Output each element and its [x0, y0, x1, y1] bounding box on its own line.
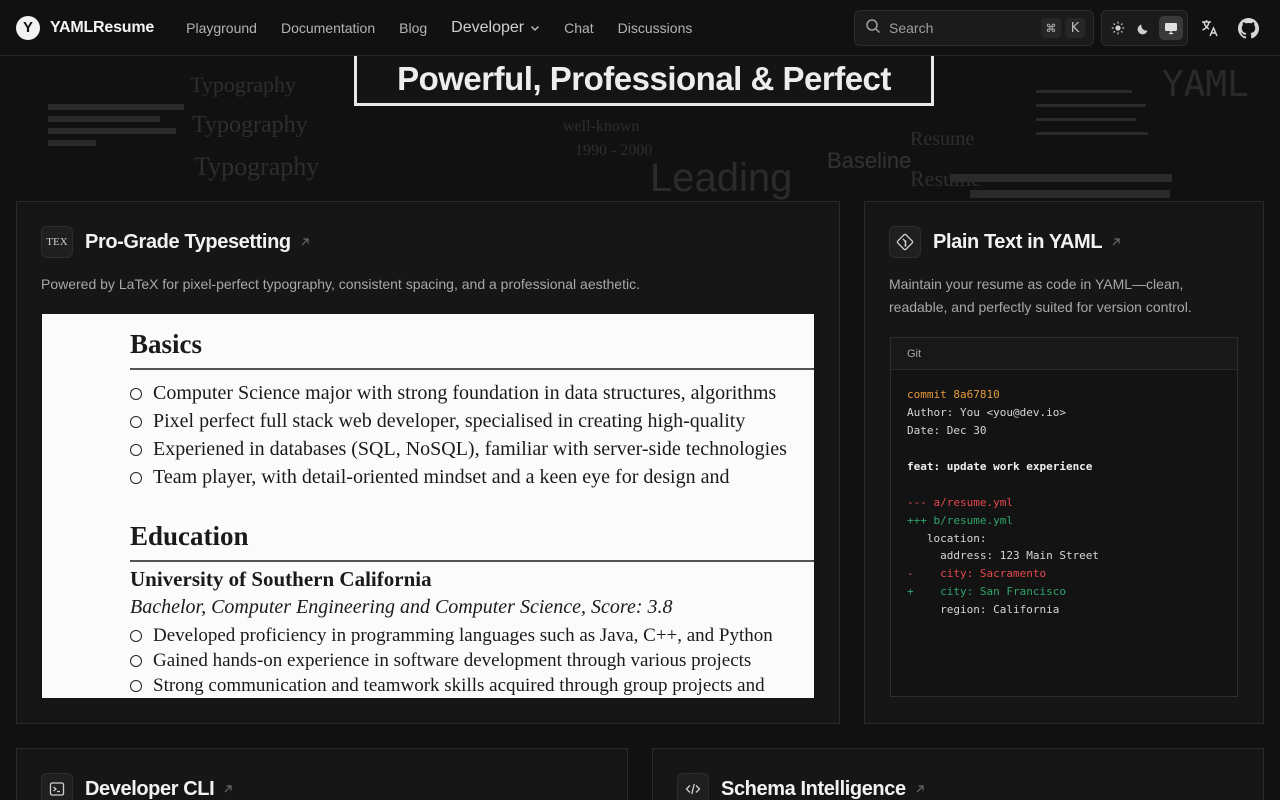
resume-bullet: Pixel perfect full stack web developer, … — [130, 410, 745, 433]
resume-rule — [130, 560, 814, 562]
code-icon — [677, 773, 709, 800]
search-icon — [865, 18, 881, 39]
git-commit-hash: commit 8a67810 — [907, 388, 1000, 401]
light-theme-button[interactable] — [1106, 16, 1130, 40]
git-context-line: location: — [907, 532, 987, 545]
resume-heading-basics: Basics — [130, 329, 203, 359]
moon-icon — [1138, 24, 1148, 35]
decorative-line — [48, 140, 96, 146]
git-file-old: --- a/resume.yml — [907, 496, 1013, 509]
resume-bullet: Experiened in databases (SQL, NoSQL), fa… — [130, 438, 787, 461]
git-context-line: region: California — [907, 603, 1060, 616]
resume-bullet: Computer Science major with strong found… — [130, 382, 776, 405]
resume-school: University of Southern California — [130, 567, 432, 591]
git-date: Date: Dec 30 — [907, 424, 987, 437]
monitor-icon — [1164, 23, 1177, 35]
brand-link[interactable]: Y YAMLResume — [16, 15, 155, 40]
ghost-word: Leading — [650, 156, 793, 200]
git-added-line: + city: San Francisco — [907, 585, 1066, 598]
tex-icon: TEX — [41, 226, 73, 258]
ghost-word: well-known — [563, 118, 640, 135]
card-header-schema[interactable]: Schema Intelligence — [677, 773, 926, 800]
decorative-line — [950, 174, 1172, 182]
git-icon — [889, 226, 921, 258]
ghost-word: 1990 - 2000 — [575, 142, 653, 159]
git-context-line: address: 123 Main Street — [907, 549, 1100, 562]
external-link-icon — [222, 783, 234, 795]
theme-switcher — [1101, 10, 1188, 46]
decorative-line — [48, 128, 176, 134]
dark-theme-button[interactable] — [1132, 16, 1156, 40]
yamlresume-logo-icon: Y — [16, 15, 40, 40]
decorative-line — [970, 190, 1170, 198]
card-description: Maintain your resume as code in YAML—cle… — [889, 276, 1192, 315]
brand-name: YAMLResume — [50, 18, 155, 36]
resume-bullet: Team player, with detail-oriented mindse… — [130, 466, 729, 489]
kbd-command: ⌘ — [1041, 18, 1061, 38]
card-header-typesetting[interactable]: TEX Pro-Grade Typesetting — [41, 226, 311, 258]
hero-section: Typography Typography Typography well-kn… — [0, 56, 1280, 201]
card-description: Powered by LaTeX for pixel-perfect typog… — [41, 276, 640, 292]
decorative-line — [48, 116, 160, 122]
sun-icon — [1111, 21, 1125, 35]
github-icon[interactable] — [1236, 16, 1260, 40]
ghost-word: YAML — [1162, 64, 1249, 105]
resume-preview-image: Basics Computer Science major with stron… — [42, 314, 814, 698]
git-removed-line: - city: Sacramento — [907, 567, 1047, 580]
external-link-icon — [914, 783, 926, 795]
terminal-icon — [41, 773, 73, 800]
search-button[interactable]: Search ⌘ K — [854, 10, 1094, 46]
decorative-line — [1036, 90, 1132, 93]
top-navbar: Y YAMLResume Playground Documentation Bl… — [0, 0, 1280, 56]
search-placeholder: Search — [889, 20, 934, 36]
external-link-icon — [1110, 236, 1122, 248]
resume-bullet: Gained hands-on experience in software d… — [130, 650, 751, 672]
git-message: feat: update work experience — [907, 460, 1093, 473]
kbd-k: K — [1065, 18, 1085, 38]
nav-link-chat[interactable]: Chat — [564, 20, 594, 36]
hero-title: Powerful, Professional & Perfect — [397, 59, 891, 97]
decorative-line — [1036, 104, 1146, 107]
chevron-down-icon — [530, 23, 540, 33]
hero-title-box: Powerful, Professional & Perfect — [354, 56, 934, 106]
ghost-word: Resume — [910, 128, 975, 150]
card-title: Plain Text in YAML — [933, 230, 1103, 253]
external-link-icon — [299, 236, 311, 248]
ghost-word: Typography — [190, 72, 296, 97]
decorative-line — [1036, 132, 1148, 135]
nav-link-blog[interactable]: Blog — [399, 20, 427, 36]
nav-dropdown-developer-label: Developer — [451, 18, 525, 36]
nav-link-documentation[interactable]: Documentation — [281, 20, 375, 36]
system-theme-button[interactable] — [1158, 16, 1183, 40]
ghost-word: Typography — [192, 112, 308, 138]
nav-link-discussions[interactable]: Discussions — [618, 20, 693, 36]
nav-links: Playground Documentation Blog Developer … — [186, 19, 692, 37]
language-switcher-icon[interactable] — [1198, 16, 1222, 40]
git-diff-panel: Git commit 8a67810 Author: You <you@dev.… — [890, 337, 1238, 697]
card-title: Schema Intelligence — [721, 777, 906, 800]
git-file-new: +++ b/resume.yml — [907, 514, 1013, 527]
resume-bullet: Developed proficiency in programming lan… — [130, 625, 773, 647]
resume-bullet: Strong communication and teamwork skills… — [130, 675, 765, 697]
resume-heading-education: Education — [130, 521, 249, 551]
nav-link-playground[interactable]: Playground — [186, 20, 257, 36]
card-header-cli[interactable]: Developer CLI — [41, 773, 234, 800]
card-title: Developer CLI — [85, 777, 215, 800]
decorative-line — [48, 104, 184, 110]
nav-dropdown-developer[interactable]: Developer — [451, 19, 540, 37]
git-tab-label: Git — [891, 338, 1237, 370]
decorative-line — [1036, 118, 1136, 121]
ghost-word: Baseline — [827, 148, 912, 173]
card-header-yaml[interactable]: Plain Text in YAML — [889, 226, 1122, 258]
git-author: Author: You <you@dev.io> — [907, 406, 1066, 419]
card-title: Pro-Grade Typesetting — [85, 230, 291, 253]
ghost-word: Typography — [194, 152, 320, 181]
resume-degree: Bachelor, Computer Engineering and Compu… — [130, 596, 673, 618]
resume-rule — [130, 368, 814, 370]
